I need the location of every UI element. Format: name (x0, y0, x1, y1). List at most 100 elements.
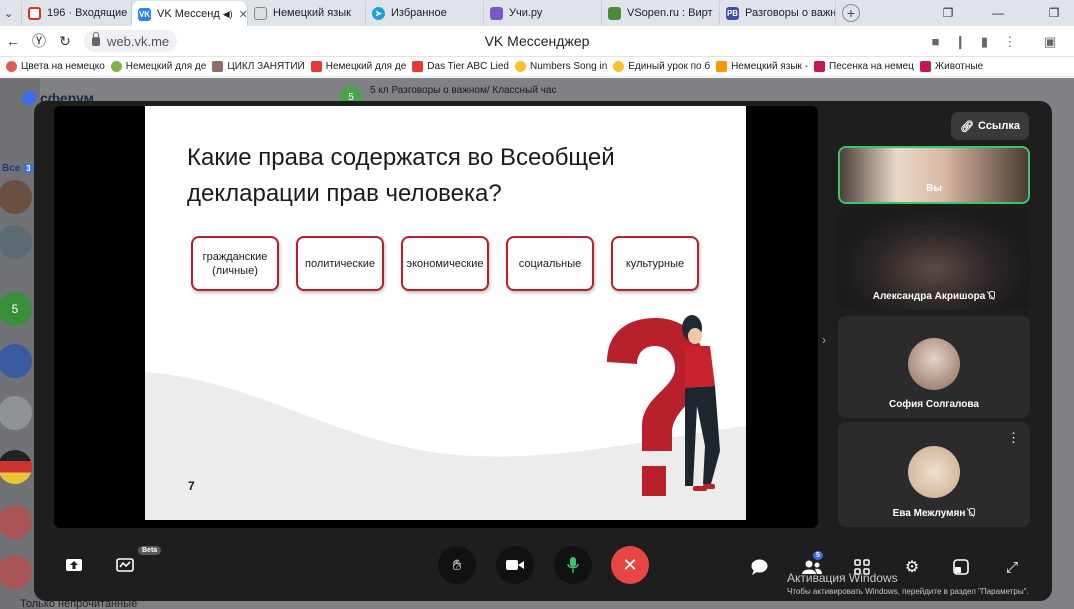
screen: ⌄ 196 · Входящие VK VK Мессенд ◀) ✕ Неме… (0, 0, 1074, 609)
bookmark-label: ЦИКЛ ЗАНЯТИЙ (227, 61, 305, 72)
participant-tile[interactable]: Александра Акришора (838, 208, 1030, 310)
bookmark-item[interactable]: Цвета на немецко (6, 61, 105, 72)
more-options-icon[interactable]: ⋮ (1007, 430, 1020, 446)
play-icon (515, 61, 526, 72)
microphone-button[interactable] (554, 546, 592, 584)
end-call-button[interactable]: ✕ (611, 546, 649, 584)
bookmark-icon (919, 61, 931, 72)
participant-tile-self[interactable]: Вы (838, 146, 1030, 204)
raise-hand-button[interactable]: ✋︎ (438, 546, 476, 584)
chat-icon[interactable] (747, 555, 771, 579)
bookmark-icon[interactable]: ▮ (981, 34, 988, 50)
chat-title[interactable]: 5 кл Разговоры о важном/ Классный час (370, 85, 556, 96)
bookmark-item[interactable]: Единый урок по б (613, 61, 710, 72)
gmail-icon (28, 6, 41, 20)
bookmark-item[interactable]: Животные (919, 61, 983, 72)
collections-icon[interactable]: ❐ (928, 0, 968, 26)
bookmark-label: Немецкий для де (125, 61, 207, 72)
participant-tile[interactable]: ⋮ Ева Межлумян (838, 422, 1030, 527)
bookmark-label: Единый урок по б (628, 61, 711, 72)
restore-button[interactable]: ❐ (1034, 0, 1074, 26)
tab-vsopen[interactable]: VSopen.ru : Вирт (602, 1, 720, 25)
url-text: web.vk.me (107, 33, 170, 49)
url-field[interactable]: web.vk.me (84, 30, 178, 52)
participants-count-badge: 5 (813, 551, 823, 560)
bookmarks-bar: Цвета на немецко Немецкий для де ЦИКЛ ЗА… (0, 57, 1074, 77)
windows-activation-watermark: Активация Windows Чтобы активировать Win… (787, 571, 1029, 596)
participant-name: Александра Акришора (872, 291, 986, 302)
participant-avatar (908, 446, 960, 498)
collapse-panel-chevron-icon[interactable]: › (822, 333, 826, 347)
hand-icon: ✋︎ (452, 556, 462, 574)
telegram-icon: ➤ (372, 6, 385, 20)
person-face (688, 328, 702, 344)
bookmark-icon (6, 61, 17, 72)
speaker-icon[interactable]: ◀) (223, 9, 233, 20)
bookmark-item[interactable]: Песенка на немец (814, 61, 914, 72)
minimize-button[interactable]: — (978, 0, 1018, 26)
bookmark-item[interactable]: Немецкий для де (310, 61, 406, 72)
extensions-icon[interactable]: ▣ (1044, 26, 1056, 57)
participant-avatar (908, 338, 960, 390)
yandex-icon[interactable]: Ⓨ (26, 31, 52, 51)
bookmark-item[interactable]: Немецкий язык - (716, 61, 808, 72)
activation-text: Чтобы активировать Windows, перейдите в … (787, 587, 1029, 596)
activation-title: Активация Windows (787, 571, 898, 585)
youtube-icon (412, 61, 424, 72)
person-shirt (685, 346, 715, 388)
filter-all-label: Все (2, 163, 21, 174)
whiteboard-icon[interactable] (113, 553, 137, 577)
camera-button[interactable] (496, 546, 534, 584)
link-button-label: Ссылка (978, 120, 1020, 132)
lock-icon (92, 31, 100, 46)
camera-icon[interactable]: ■ (932, 34, 940, 49)
participant-name: София Солгалова (889, 399, 979, 410)
tab-label: 196 · Входящие (47, 7, 128, 19)
address-actions: ■ ❙ ▮ ⋮ (924, 26, 1024, 57)
bookmark-icon (212, 61, 224, 72)
tab-label: Избранное (391, 7, 447, 19)
close-icon: ✕ (622, 554, 638, 575)
filter-count-badge: 3 (23, 164, 34, 173)
question-dot-shape (642, 466, 666, 496)
tab-vk-messenger[interactable]: VK VK Мессенд ◀) ✕ (132, 1, 248, 27)
sferum-icon (22, 91, 36, 105)
doc-icon (254, 6, 267, 20)
bookmark-icon (716, 61, 728, 72)
filter-all[interactable]: Все 3 (2, 163, 34, 174)
tab-label: VSopen.ru : Вирт (627, 7, 713, 19)
link-icon: 🔗︎ (960, 120, 975, 133)
camera-icon (506, 560, 524, 570)
share-screen-icon[interactable] (62, 553, 86, 577)
new-tab-button[interactable]: + (842, 4, 860, 22)
back-arrow-icon[interactable]: ← (0, 33, 26, 49)
tab-gmail[interactable]: 196 · Входящие (22, 1, 132, 25)
tab-razgovory[interactable]: PB Разговоры о важн (720, 1, 836, 25)
bookmark-label: Numbers Song in (530, 61, 608, 72)
address-bar: ← Ⓨ ↻ web.vk.me VK Мессенджер ■ ❙ ▮ ⋮ ▣ (0, 26, 1074, 57)
person-shoe (703, 484, 715, 489)
mic-icon[interactable]: ❙ (955, 34, 966, 50)
bookmark-item[interactable]: Das Tier ABC Lied (412, 61, 509, 72)
participant-tile[interactable]: София Солгалова (838, 316, 1030, 418)
presentation-slide: Какие права содержатся во Всеобщей декла… (145, 106, 746, 520)
tab-german[interactable]: Немецкий язык (248, 1, 366, 25)
microphone-icon (567, 557, 579, 573)
menu-icon[interactable]: ⋮ (1003, 34, 1016, 50)
bookmark-label: Немецкий язык - (731, 61, 809, 72)
tab-search-icon[interactable]: ⌄ (0, 1, 22, 25)
bookmark-item[interactable]: Немецкий для де (110, 61, 207, 72)
mic-off-icon (967, 508, 976, 517)
tab-label: Разговоры о важн (745, 7, 836, 19)
bookmark-label: Песенка на немец (829, 61, 914, 72)
slide-card: гражданские (личные) (191, 236, 279, 291)
tab-uchi[interactable]: Учи.ру (484, 1, 602, 25)
bookmark-item[interactable]: Numbers Song in (515, 61, 607, 72)
bookmark-item[interactable]: ЦИКЛ ЗАНЯТИЙ (212, 61, 305, 72)
bookmark-icon (814, 61, 826, 72)
tab-telegram[interactable]: ➤ Избранное (366, 1, 484, 25)
reload-icon[interactable]: ↻ (52, 33, 78, 50)
copy-link-button[interactable]: 🔗︎ Ссылка (951, 112, 1029, 140)
vk-icon: VK (138, 7, 151, 21)
close-tab-icon[interactable]: ✕ (233, 8, 247, 21)
